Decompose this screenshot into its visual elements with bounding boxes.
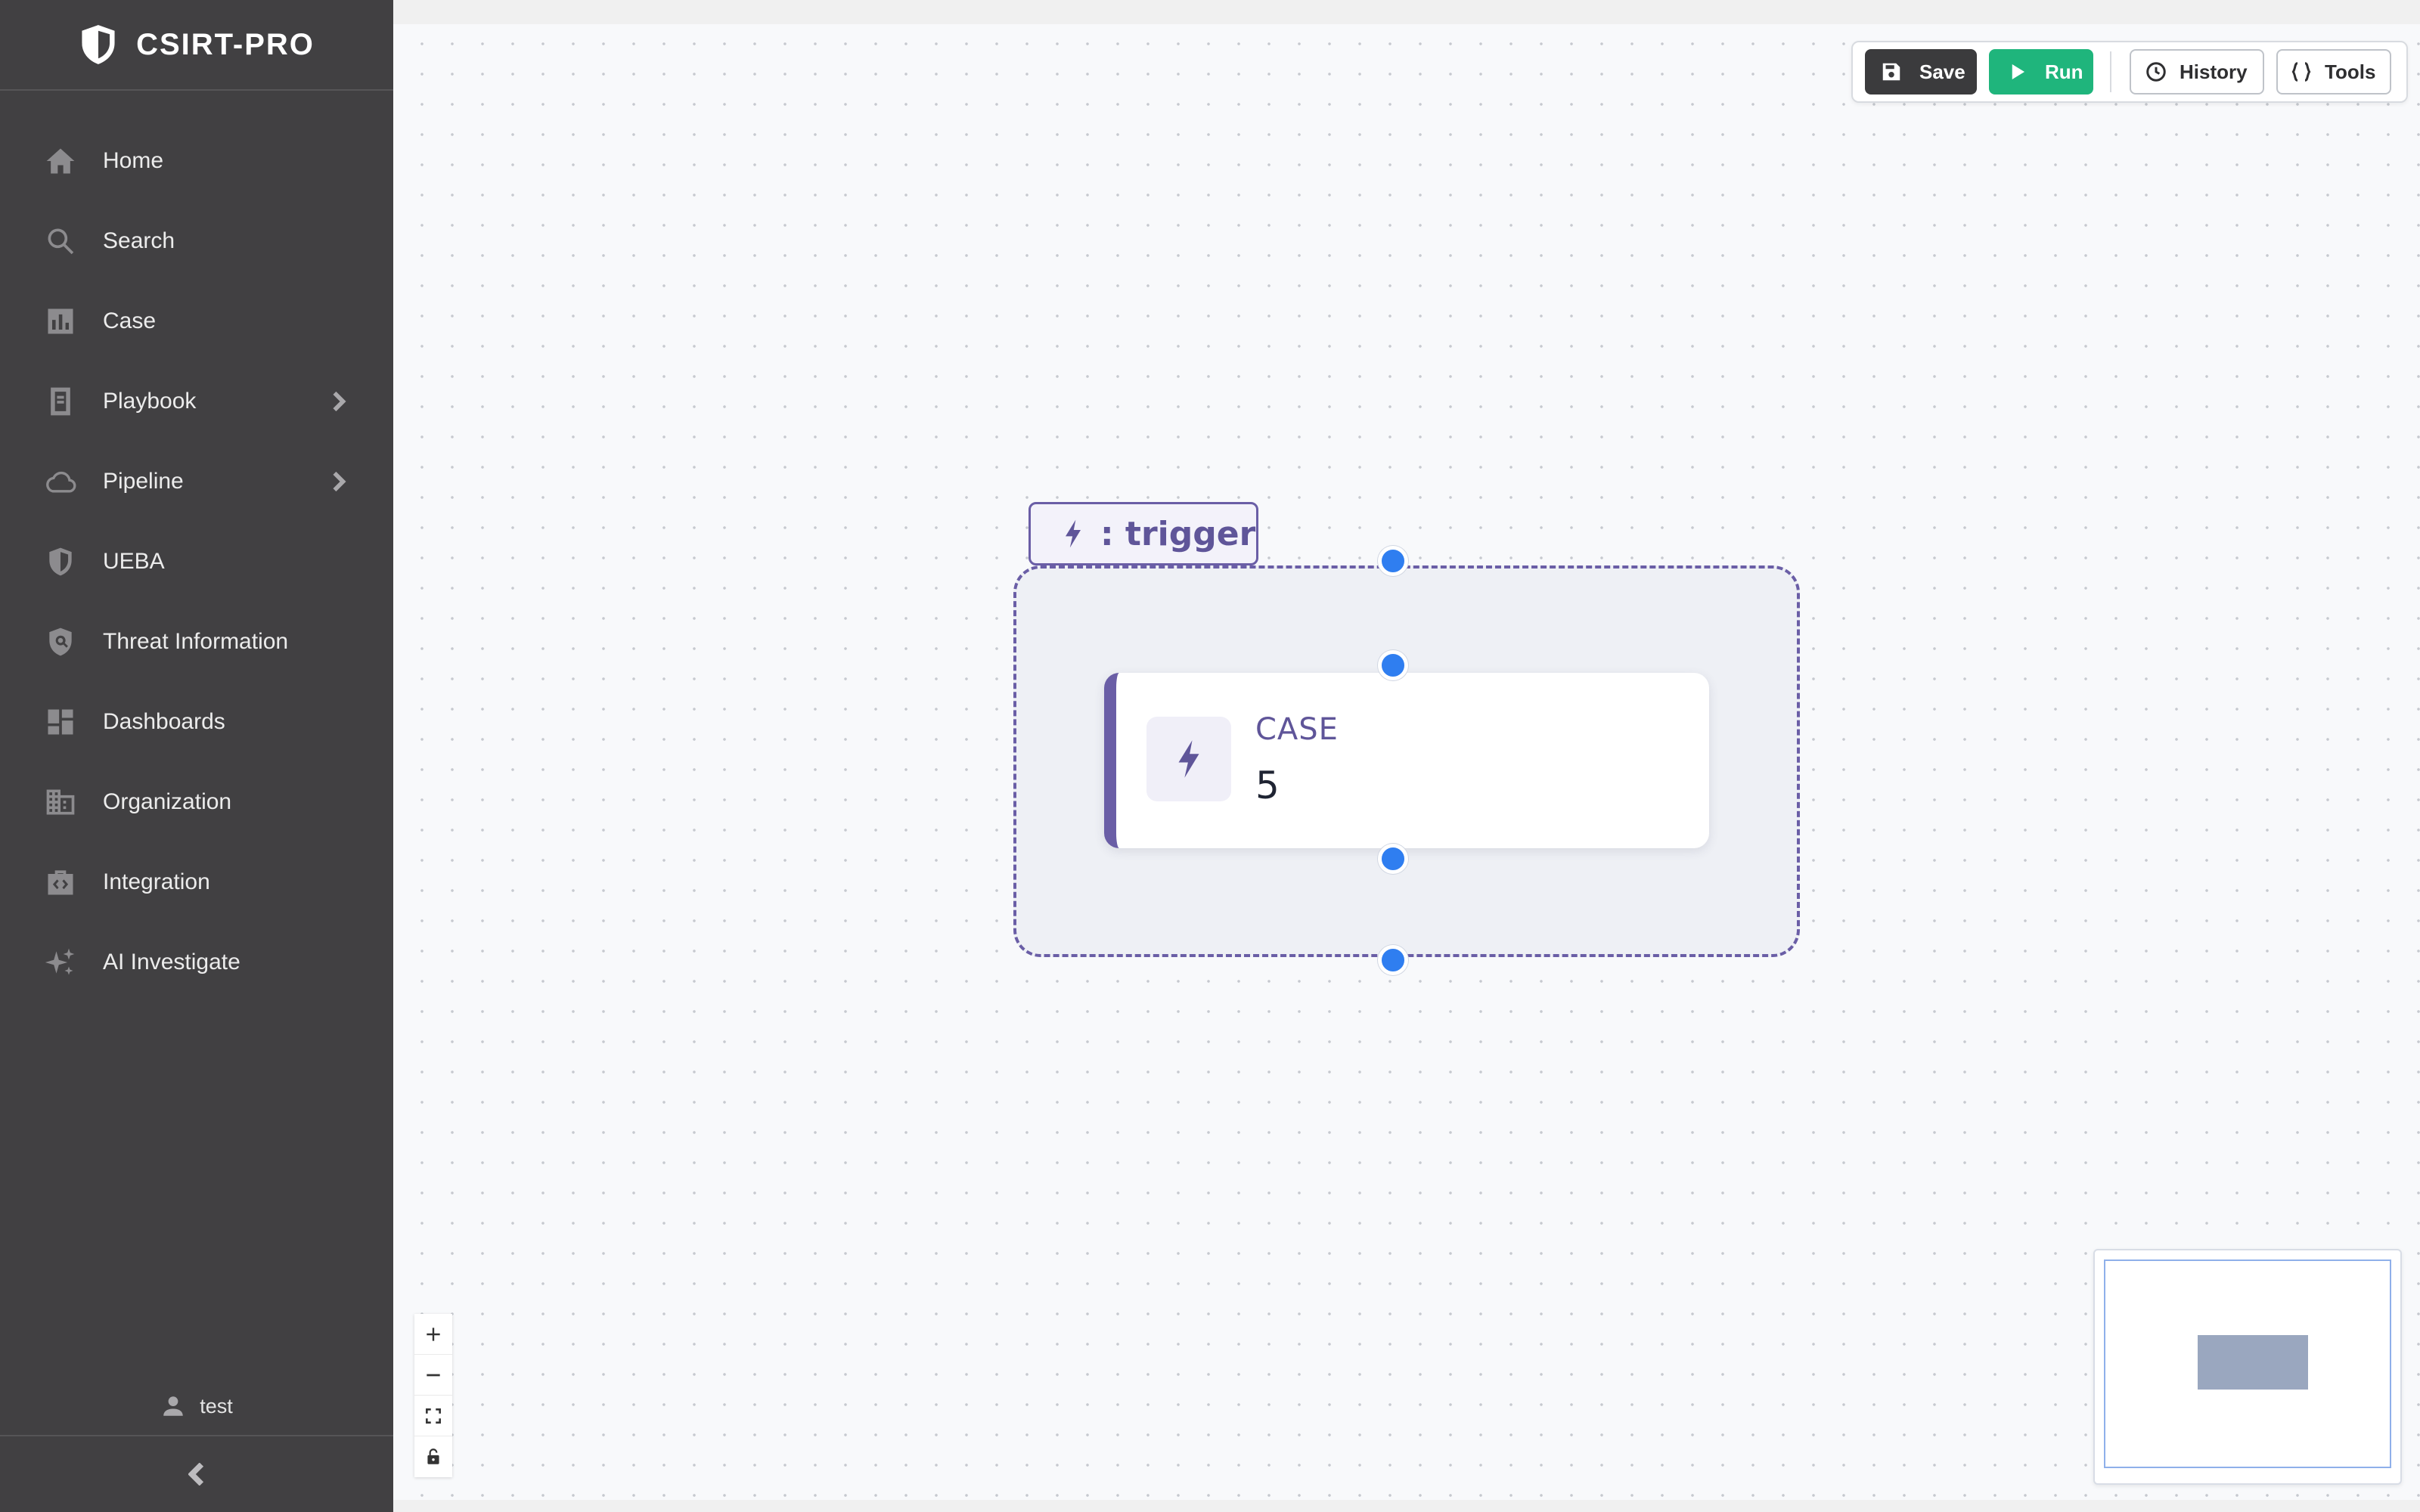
group-node-title: : trigger: [1100, 514, 1256, 553]
minimap-node: [2198, 1335, 2308, 1390]
sidebar-item-case[interactable]: Case: [0, 281, 393, 361]
sidebar-item-label: Playbook: [103, 389, 197, 414]
sidebar-item-search[interactable]: Search: [0, 201, 393, 281]
zoom-out-button[interactable]: [414, 1355, 452, 1396]
integration-icon: [42, 864, 79, 900]
sidebar-item-label: AI Investigate: [103, 950, 240, 974]
sidebar-item-playbook[interactable]: Playbook: [0, 361, 393, 442]
node-top-handle[interactable]: [1378, 650, 1408, 680]
plus-icon: [427, 1327, 440, 1341]
brand-name: CSIRT-PRO: [136, 27, 315, 61]
sidebar-collapse-button[interactable]: [0, 1435, 393, 1512]
bolt-icon: [1066, 519, 1081, 548]
clock-icon: [2146, 62, 2166, 82]
zoom-controls: [414, 1314, 452, 1477]
minus-icon: [427, 1374, 440, 1376]
sidebar-item-ai-investigate[interactable]: AI Investigate: [0, 922, 393, 1002]
user-profile[interactable]: test: [0, 1383, 393, 1429]
shield-icon: [42, 544, 79, 580]
group-top-handle[interactable]: [1378, 546, 1408, 576]
shield-search-icon: [42, 624, 79, 660]
chevron-left-icon: [188, 1463, 204, 1486]
sidebar-item-label: Dashboards: [103, 709, 225, 734]
zoom-in-button[interactable]: [414, 1314, 452, 1355]
sidebar-item-integration[interactable]: Integration: [0, 842, 393, 922]
node-bottom-handle[interactable]: [1378, 844, 1408, 874]
sidebar-item-label: Home: [103, 148, 164, 173]
brand[interactable]: CSIRT-PRO: [0, 0, 393, 91]
tools-button[interactable]: Tools: [2276, 49, 2391, 94]
history-button[interactable]: History: [2130, 49, 2264, 94]
minimap[interactable]: [2093, 1249, 2402, 1485]
shield-icon: [82, 25, 115, 64]
braces-icon: [2291, 62, 2311, 82]
sidebar-item-label: Integration: [103, 869, 210, 894]
sidebar-item-threat-information[interactable]: Threat Information: [0, 602, 393, 682]
play-icon: [2012, 64, 2024, 79]
run-button[interactable]: Run: [1989, 49, 2093, 94]
sidebar-item-label: Pipeline: [103, 469, 184, 494]
toolbar-divider: [2110, 51, 2111, 92]
group-node-label[interactable]: : trigger: [1028, 502, 1258, 565]
run-label: Run: [2045, 60, 2083, 83]
user-name: test: [200, 1394, 233, 1418]
toolbar: Save Run History Tools: [1851, 41, 2408, 103]
dashboard-icon: [42, 704, 79, 740]
case-node-icon: [1146, 717, 1231, 801]
case-node[interactable]: CASE 5: [1104, 673, 1709, 848]
save-icon: [1882, 63, 1900, 81]
sidebar-item-home[interactable]: Home: [0, 121, 393, 201]
sidebar-item-label: Threat Information: [103, 629, 289, 654]
sidebar-item-label: UEBA: [103, 549, 165, 574]
sidebar-item-organization[interactable]: Organization: [0, 762, 393, 842]
sidebar: CSIRT-PRO Home Search Case Playbook Pipe…: [0, 0, 393, 1512]
book-icon: [42, 383, 79, 420]
user-icon: [163, 1396, 183, 1416]
lock-button[interactable]: [414, 1436, 452, 1477]
building-icon: [42, 784, 79, 820]
chevron-right-icon: [331, 471, 346, 492]
save-label: Save: [1919, 60, 1965, 83]
group-bottom-handle[interactable]: [1378, 945, 1408, 975]
fit-view-icon: [426, 1408, 441, 1424]
sidebar-nav: Home Search Case Playbook Pipeline UEBA …: [0, 91, 393, 1002]
fit-view-button[interactable]: [414, 1396, 452, 1436]
flow-canvas[interactable]: Save Run History Tools : trigger CASE 5: [393, 24, 2420, 1500]
home-icon: [42, 143, 79, 179]
cloud-icon: [42, 463, 79, 500]
tools-label: Tools: [2325, 60, 2376, 83]
save-button[interactable]: Save: [1865, 49, 1977, 94]
sidebar-item-ueba[interactable]: UEBA: [0, 522, 393, 602]
sidebar-item-label: Organization: [103, 789, 232, 814]
chevron-right-icon: [331, 391, 346, 412]
sparkle-icon: [42, 944, 79, 981]
sidebar-item-label: Case: [103, 308, 157, 333]
history-label: History: [2180, 60, 2248, 83]
search-icon: [42, 223, 79, 259]
case-node-type: CASE: [1255, 712, 1339, 747]
sidebar-item-pipeline[interactable]: Pipeline: [0, 442, 393, 522]
lock-icon: [427, 1448, 439, 1464]
bar-chart-icon: [42, 303, 79, 339]
sidebar-item-label: Search: [103, 228, 175, 253]
case-node-value: 5: [1255, 764, 1280, 807]
sidebar-item-dashboards[interactable]: Dashboards: [0, 682, 393, 762]
bolt-icon: [1178, 740, 1199, 778]
